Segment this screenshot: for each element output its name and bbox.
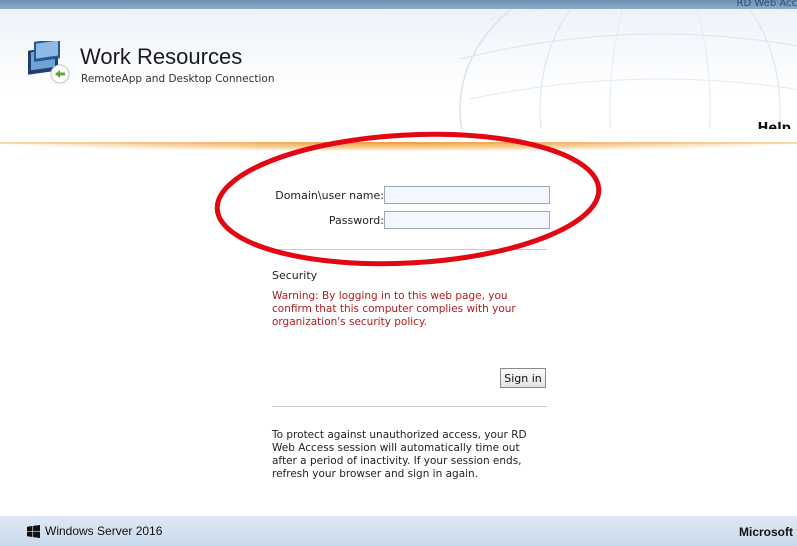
sign-in-button[interactable]: Sign in bbox=[500, 368, 546, 388]
password-row: Password: bbox=[270, 211, 560, 231]
globe-watermark-icon bbox=[459, 9, 797, 129]
page-footer: Windows Server 2016 Microsoft bbox=[0, 516, 797, 546]
username-input[interactable] bbox=[384, 186, 550, 204]
username-label: Domain\user name: bbox=[275, 189, 384, 202]
notice-divider bbox=[272, 406, 547, 407]
security-warning: Warning: By logging in to this web page,… bbox=[272, 290, 516, 328]
help-link[interactable]: Help bbox=[758, 121, 791, 129]
remote-desktop-logo-icon bbox=[28, 41, 70, 84]
top-bar: RD Web Acc bbox=[0, 0, 797, 9]
page-subtitle: RemoteApp and Desktop Connection bbox=[81, 73, 275, 85]
username-row: Domain\user name: bbox=[270, 186, 560, 206]
footer-brand: Microsoft bbox=[739, 525, 793, 539]
security-title: Security bbox=[272, 269, 318, 282]
page-header: Work Resources RemoteApp and Desktop Con… bbox=[0, 9, 797, 129]
timeout-notice: To protect against unauthorized access, … bbox=[272, 429, 527, 480]
password-input[interactable] bbox=[384, 211, 550, 229]
footer-product-name: Windows Server 2016 bbox=[45, 524, 163, 538]
form-divider bbox=[272, 249, 547, 250]
password-label: Password: bbox=[328, 214, 384, 227]
header-divider bbox=[0, 142, 797, 151]
page-title: Work Resources bbox=[80, 44, 243, 69]
windows-logo-icon bbox=[27, 525, 40, 538]
